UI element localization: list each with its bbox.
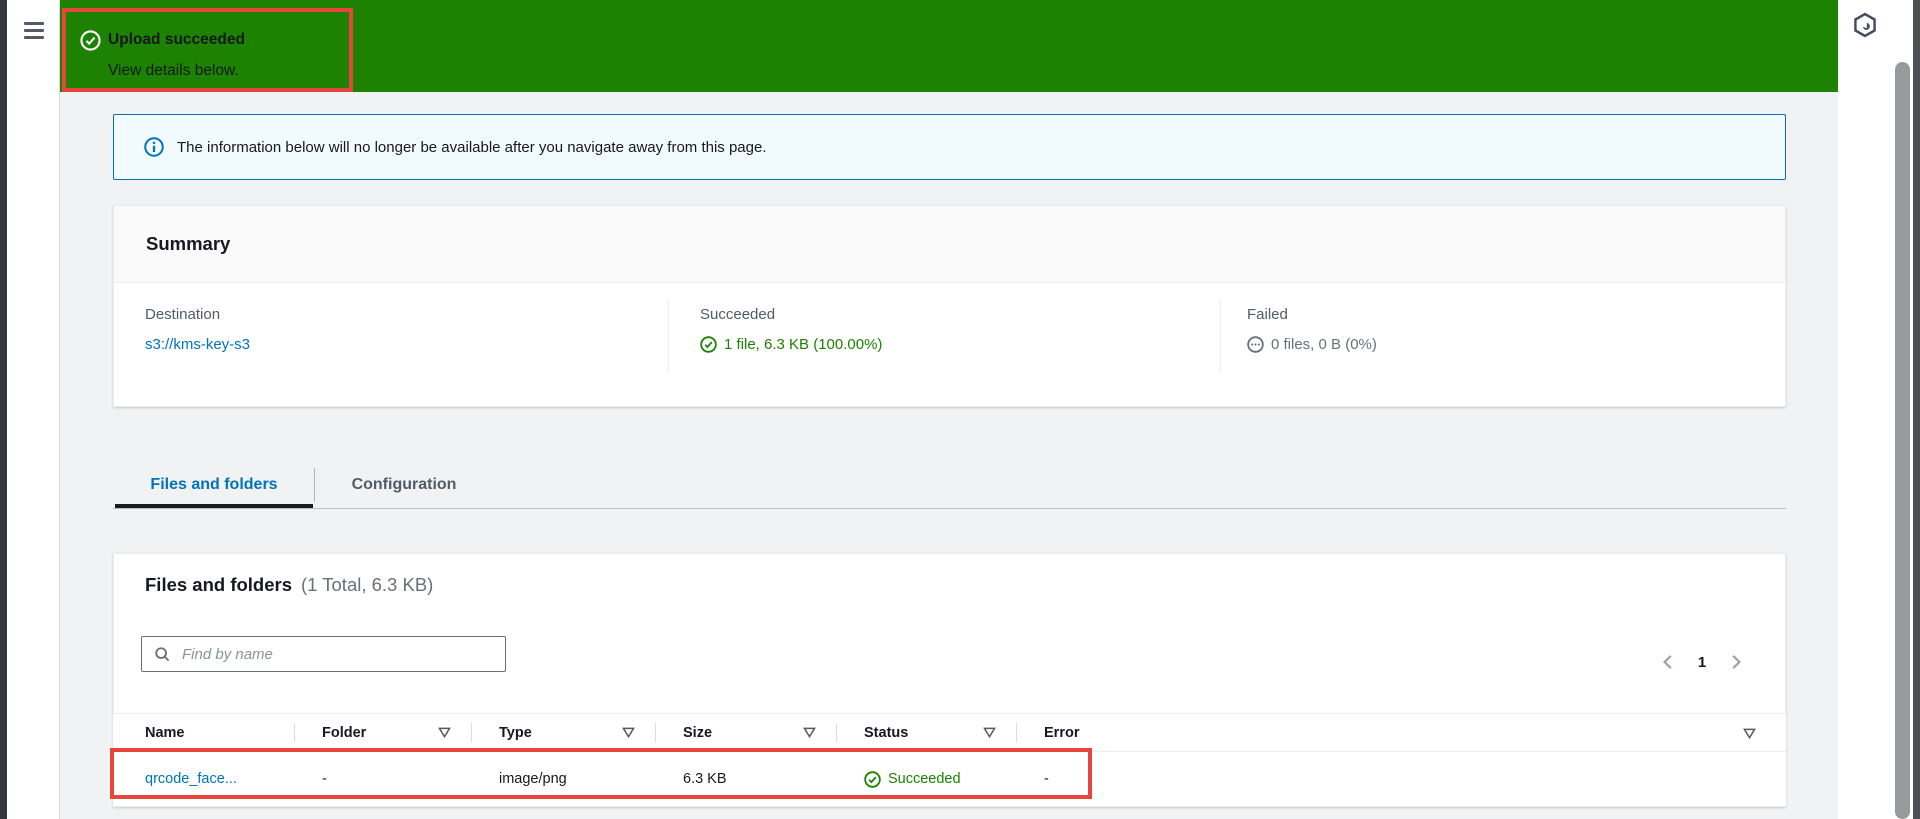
- check-circle-icon: [700, 336, 717, 353]
- filter-icon[interactable]: [438, 726, 451, 739]
- tabs-baseline: [113, 508, 1786, 509]
- window-edge: [0, 0, 7, 819]
- ellipsis-circle-icon: [1247, 336, 1264, 353]
- scrollbar-thumb[interactable]: [1895, 62, 1910, 819]
- scrollbar-edge[interactable]: [1913, 0, 1920, 819]
- check-circle-icon: [80, 30, 101, 51]
- succeeded-label: Succeeded: [700, 306, 776, 323]
- summary-failed: Failed 0 files, 0 B (0%): [1247, 306, 1377, 353]
- tab-configuration[interactable]: Configuration: [315, 462, 493, 508]
- row-type: image/png: [499, 771, 567, 787]
- files-panel-count: (1 Total, 6.3 KB): [301, 574, 434, 595]
- info-circle-icon: [144, 137, 164, 157]
- column-header-name: Name: [145, 724, 185, 741]
- failed-label: Failed: [1247, 306, 1288, 323]
- row-status: Succeeded: [836, 752, 1016, 806]
- tab-files-and-folders[interactable]: Files and folders: [115, 462, 313, 508]
- flashbar-subtitle: View details below.: [108, 62, 239, 79]
- page-number[interactable]: 1: [1698, 654, 1706, 671]
- search-input[interactable]: [180, 644, 495, 664]
- succeeded-value: 1 file, 6.3 KB (100.00%): [724, 336, 883, 353]
- files-table-header: Name Folder Type Size Status Error: [113, 713, 1786, 752]
- row-size: 6.3 KB: [683, 771, 727, 787]
- chevron-right-icon[interactable]: [1727, 653, 1745, 671]
- status-badge: Succeeded: [888, 771, 961, 787]
- hamburger-menu-icon[interactable]: [24, 22, 44, 39]
- summary-succeeded: Succeeded 1 file, 6.3 KB (100.00%): [700, 306, 882, 353]
- flashbar-title: Upload succeeded: [108, 31, 245, 48]
- destination-label: Destination: [145, 306, 221, 323]
- cloudshell-hexagon-icon[interactable]: [1851, 11, 1879, 39]
- filter-icon[interactable]: [803, 726, 816, 739]
- check-circle-icon: [864, 770, 881, 788]
- s3-upload-status-page: Upload succeeded View details below. The…: [0, 0, 1920, 819]
- column-header-size: Size: [655, 714, 836, 751]
- summary-destination: Destination s3://kms-key-s3: [145, 306, 250, 353]
- column-header-status: Status: [836, 714, 1016, 751]
- column-header-folder: Folder: [294, 714, 471, 751]
- summary-card-header: Summary: [114, 206, 1785, 283]
- filter-icon[interactable]: [1743, 727, 1756, 740]
- summary-card: Summary: [113, 205, 1786, 407]
- summary-title: Summary: [146, 233, 231, 254]
- find-by-name-search[interactable]: [141, 636, 506, 672]
- table-row: qrcode_face... - image/png 6.3 KB Succee…: [113, 752, 1786, 806]
- failed-value: 0 files, 0 B (0%): [1271, 336, 1377, 353]
- pagination: 1: [1642, 646, 1762, 678]
- column-header-error: Error: [1016, 714, 1786, 751]
- collapsed-side-nav: [7, 0, 60, 819]
- row-error: -: [1044, 771, 1049, 787]
- info-alert: The information below will no longer be …: [113, 114, 1786, 180]
- filter-icon[interactable]: [983, 726, 996, 739]
- filter-icon[interactable]: [622, 726, 635, 739]
- column-divider: [1220, 300, 1221, 372]
- destination-bucket-link[interactable]: s3://kms-key-s3: [145, 336, 250, 353]
- chevron-left-icon[interactable]: [1659, 653, 1677, 671]
- files-panel-heading: Files and folders (1 Total, 6.3 KB): [145, 574, 433, 596]
- column-header-type: Type: [471, 714, 655, 751]
- file-name-link[interactable]: qrcode_face...: [145, 771, 237, 787]
- column-divider: [668, 300, 669, 372]
- flashbar-success: [60, 0, 1838, 92]
- search-icon: [154, 646, 171, 663]
- info-alert-text: The information below will no longer be …: [177, 138, 767, 156]
- row-folder: -: [322, 771, 327, 787]
- files-panel-title: Files and folders: [145, 574, 293, 595]
